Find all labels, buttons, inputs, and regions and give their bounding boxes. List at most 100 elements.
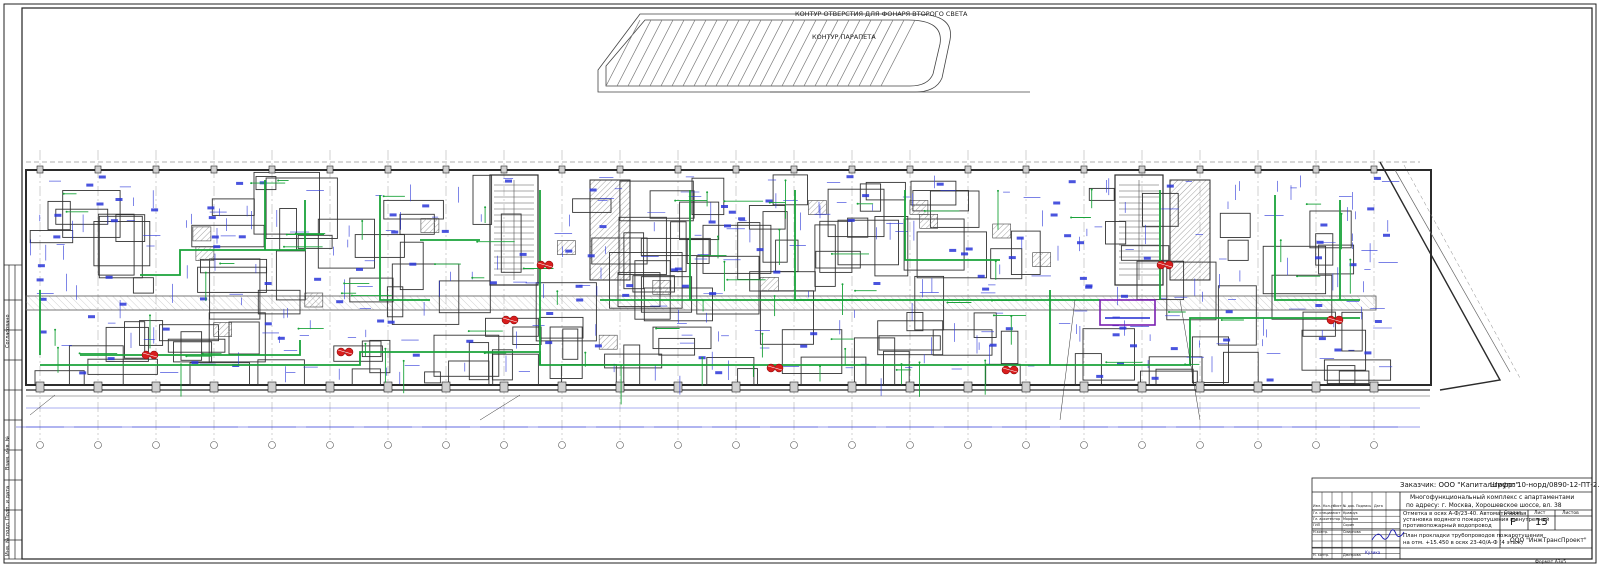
skylight-stripe (671, 19, 707, 87)
grid-axis-bubble (616, 441, 624, 449)
dimension-label (708, 220, 716, 224)
room-partition (853, 337, 896, 386)
room-partition (29, 230, 74, 244)
column (36, 165, 44, 174)
column (152, 165, 160, 174)
column (557, 381, 567, 393)
hydrant-cabinet (344, 347, 354, 357)
grid-axis-bubble (732, 441, 740, 449)
dimension-label (545, 341, 553, 345)
dimension-label (277, 336, 285, 340)
grid-axis-bubble (384, 441, 392, 449)
grid-axis-bubble (790, 441, 798, 449)
sprinkler-head (856, 202, 859, 205)
dimension-label (738, 217, 746, 221)
dimension-label (873, 282, 881, 285)
role-cell: Гл. архитектор (1313, 517, 1341, 522)
sprinkler-head (1070, 216, 1073, 219)
name-cell: Морозов (1343, 517, 1359, 522)
wet-zone (192, 226, 212, 242)
sprinkler-head (78, 352, 81, 355)
sprinkler-head (294, 232, 297, 235)
room-partition (1088, 187, 1115, 201)
hydrant-cabinet (141, 350, 151, 360)
dimension-label (626, 284, 634, 288)
room-partition (800, 356, 867, 386)
sheets-header: Листов (1562, 511, 1579, 516)
grid-axis-bubble (152, 441, 160, 449)
room-partition (257, 359, 305, 386)
dimension-label (1383, 233, 1390, 237)
dimension-label (1166, 184, 1174, 188)
sheet-title-2: на отм. +15.450 в осях 23-40/А-Ф (4 этаж… (1403, 540, 1523, 546)
dimension-label (1077, 241, 1084, 245)
room-partition (737, 368, 758, 386)
sprinkler-head (584, 351, 587, 354)
skylight-stripe (737, 19, 773, 87)
sprinkler-head (717, 235, 719, 238)
dimension-label (441, 229, 449, 233)
sprinkler-head (768, 201, 771, 204)
dimension-label (36, 278, 44, 282)
grid-axis-bubble (674, 441, 682, 449)
column (500, 165, 508, 174)
dimension-label (622, 293, 630, 297)
grid-axis-bubble (268, 441, 276, 449)
sprinkler-head (674, 199, 677, 202)
wet-zone (807, 200, 827, 215)
room-partition (737, 222, 761, 280)
skylight-stripe (649, 19, 685, 87)
column (1312, 165, 1320, 174)
dimension-label (389, 213, 397, 217)
sprinkler-head (997, 189, 999, 192)
room-partition (1318, 244, 1355, 275)
grid-axis-bubble (964, 441, 972, 449)
sprinkler-head (923, 209, 926, 212)
sprinkler-head (844, 347, 847, 350)
dimension-label (756, 248, 764, 252)
dimension-label (949, 248, 957, 252)
room-partition (1262, 245, 1327, 295)
sprinkler-head (1184, 363, 1187, 366)
sprinkler-head (918, 361, 921, 364)
dimension-label (264, 322, 272, 326)
grid-axis-bubble (210, 441, 218, 449)
sprinkler-head (65, 210, 68, 213)
grid-axis-bubble (94, 441, 102, 449)
table-header-cell: Дата (1374, 504, 1383, 508)
room-partition (932, 329, 993, 356)
column (209, 381, 219, 393)
column (1195, 381, 1205, 393)
dimension-label (1016, 236, 1024, 240)
room-partition (1219, 212, 1251, 238)
column (963, 381, 973, 393)
room-partition (472, 174, 493, 225)
role-cell: ГИП (1313, 523, 1321, 528)
room-partition (132, 277, 154, 294)
sprinkler-head (483, 352, 486, 355)
column (673, 381, 683, 393)
dimension-label (264, 282, 272, 285)
sprinkler-head (1296, 275, 1299, 278)
dimension-label (847, 218, 855, 222)
dimension-label (982, 287, 990, 291)
parapet-label: КОНТУР ПАРАПЕТА (812, 33, 876, 41)
dimension-label (98, 175, 106, 179)
column (1080, 165, 1088, 174)
hydrant-cabinet (544, 260, 554, 270)
hydrant-cabinet (1156, 260, 1166, 270)
role-cell: Н.контр. (1313, 529, 1329, 534)
room-partition (500, 213, 522, 273)
column (1254, 165, 1262, 174)
wet-zone (1032, 252, 1051, 267)
stamp-replace: Взам. инв. № (5, 436, 11, 470)
hydrant-cabinet (766, 363, 776, 373)
column (1022, 165, 1030, 174)
room-partition (1082, 328, 1135, 381)
dimension-label (862, 194, 870, 198)
hydrant-cabinet (536, 260, 546, 270)
room-partition (189, 362, 250, 386)
dimension-label (681, 284, 689, 288)
column (731, 381, 741, 393)
dimension-label (377, 319, 385, 323)
